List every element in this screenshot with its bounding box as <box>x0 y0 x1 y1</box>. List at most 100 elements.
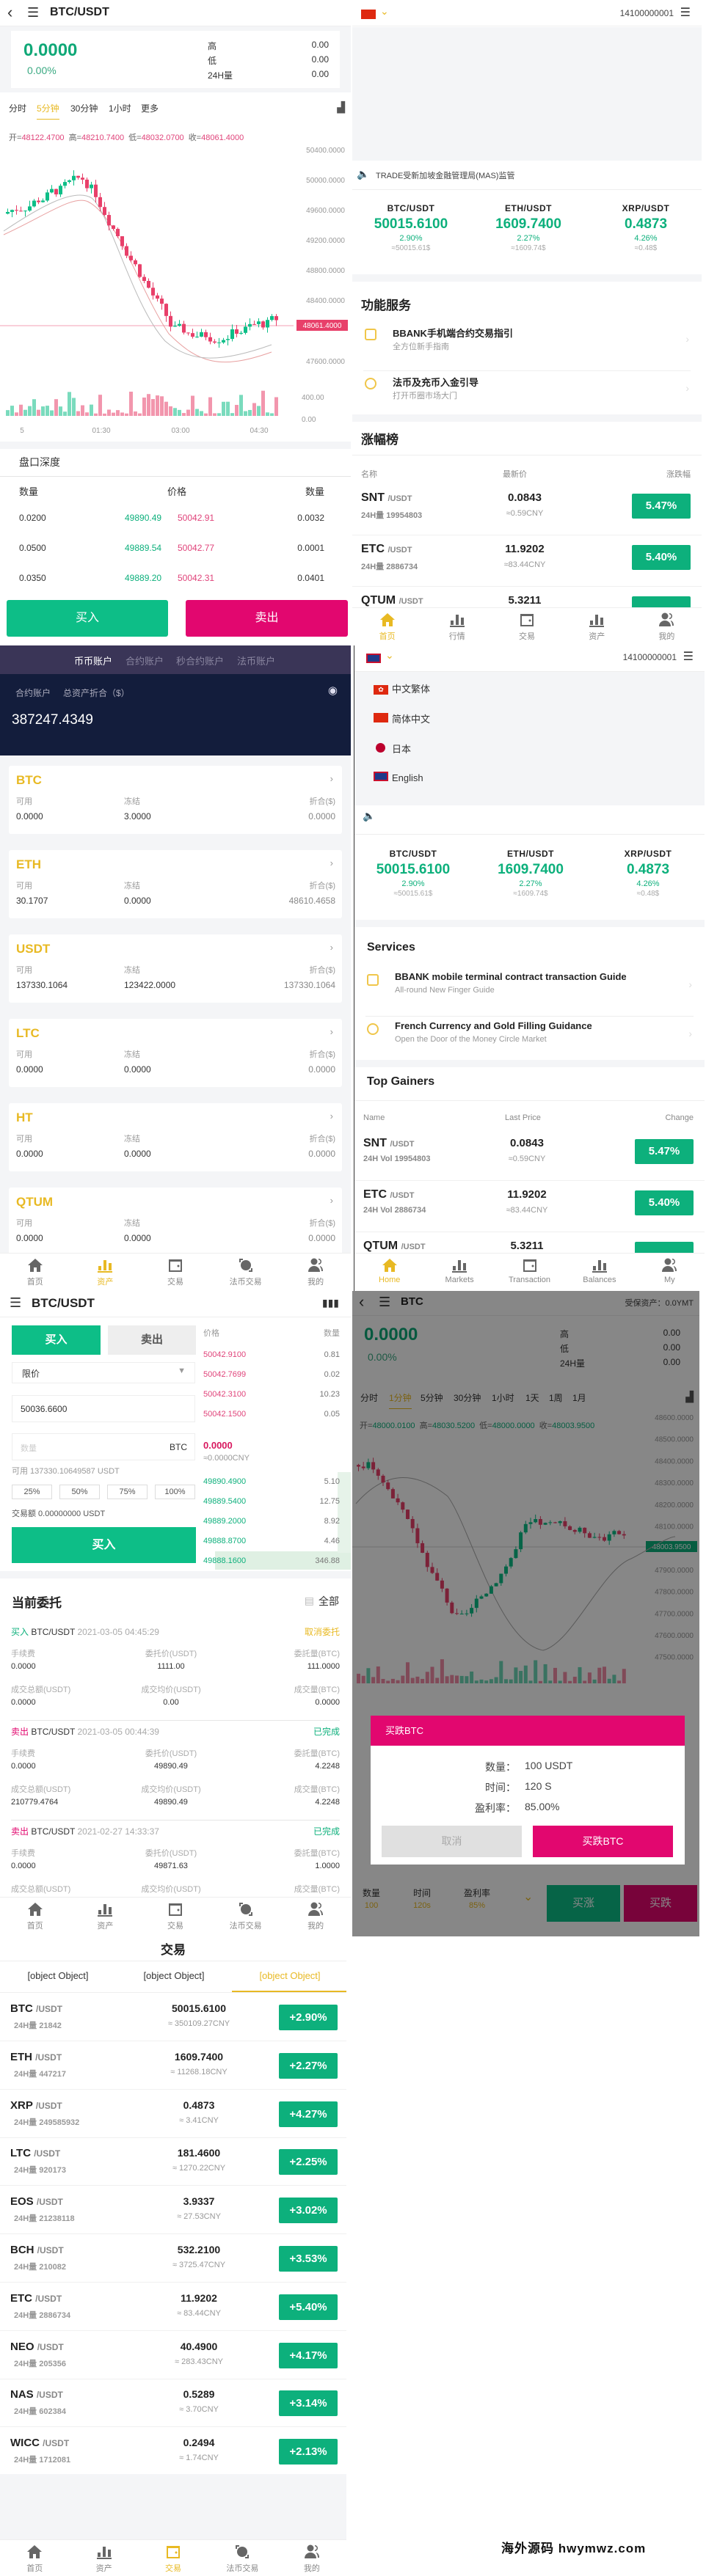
account-tab[interactable]: 合约账户 <box>125 654 164 667</box>
account-phone[interactable]: 14100000001 <box>620 8 674 18</box>
buy-button[interactable]: 买入 <box>12 1527 196 1563</box>
language-option[interactable]: ✿ 中文繁体 <box>374 681 430 695</box>
service-item[interactable]: BBANK手机端合约交易指引 全方位新手指南 › <box>363 323 691 371</box>
notice-text[interactable]: TRADE受新加坡金融管理局(MAS)监管 <box>376 169 514 181</box>
asset-card[interactable]: QTUM › 可用 冻结 折合($) 0.0000 0.0000 0.0000 <box>9 1188 342 1256</box>
market-row[interactable]: XRP /USDT 24H量 249585932 0.4873 ≈ 3.41CNY +4… <box>0 2090 346 2138</box>
ticker-card[interactable]: ETH/USDT 1609.7400 2.27% ≈1609.74$ <box>470 203 587 252</box>
ticker-card[interactable]: XRP/USDT 0.4873 4.26% ≈0.48$ <box>587 203 702 252</box>
account-tab[interactable]: 币币账户 <box>74 654 112 667</box>
market-row[interactable]: WICC /USDT 24H量 1712081 0.2494 ≈ 1.74CNY +2.… <box>0 2427 346 2476</box>
tab-user[interactable]: 我的 <box>632 608 702 645</box>
tab-globe[interactable]: 法币交易 <box>211 1898 281 1936</box>
tab-bars[interactable]: Markets <box>424 1254 494 1291</box>
chevron-down-icon[interactable]: ⌄ <box>380 5 389 18</box>
ticker-card[interactable]: BTC/USDT 50015.6100 2.90% ≈50015.61$ <box>352 203 470 252</box>
market-row[interactable]: BCH /USDT 24H量 210082 532.2100 ≈ 3725.47CNY… <box>0 2234 346 2283</box>
tab-wallet[interactable]: 交易 <box>492 608 561 645</box>
market-row[interactable]: ETH /USDT 24H量 447217 1609.7400 ≈ 11268.18C… <box>0 2041 346 2090</box>
tab-bars[interactable]: 资产 <box>69 2540 138 2576</box>
tab-wallet[interactable]: 交易 <box>139 2540 208 2576</box>
chevron-down-icon[interactable]: ⌄ <box>385 649 394 662</box>
back-icon[interactable]: ‹ <box>7 3 12 22</box>
account-tab[interactable]: 法币账户 <box>237 654 275 667</box>
market-row[interactable]: NAS /USDT 24H量 602384 0.5289 ≈ 3.70CNY +3.14… <box>0 2379 346 2428</box>
asset-card[interactable]: ETH › 可用 冻结 折合($) 30.1707 0.0000 48610.4658 <box>9 850 342 918</box>
period-tab[interactable]: 30分钟 <box>70 102 98 119</box>
tab-home[interactable]: 首页 <box>0 2540 69 2576</box>
asset-card[interactable]: LTC › 可用 冻结 折合($) 0.0000 0.0000 0.0000 <box>9 1019 342 1087</box>
all-orders-link[interactable]: 全部 <box>319 1594 339 1609</box>
tab-home[interactable]: 首页 <box>0 1898 70 1936</box>
sell-tab[interactable]: 卖出 <box>108 1325 196 1355</box>
market-row[interactable]: EOS /USDT 24H量 21238118 3.9337 ≈ 27.53CNY +3… <box>0 2186 346 2235</box>
percent-button[interactable]: 75% <box>107 1485 148 1499</box>
gainer-row[interactable]: SNT /USDT 24H量 19954803 0.0843 ≈0.59CNY 5.47… <box>352 484 702 535</box>
period-tab[interactable]: 更多 <box>141 102 159 119</box>
tab-user[interactable]: 我的 <box>280 1898 351 1936</box>
menu-icon[interactable]: ☰ <box>27 5 39 21</box>
menu-icon[interactable]: ☰ <box>683 649 694 664</box>
buy-button[interactable]: 买入 <box>7 600 168 637</box>
account-tab[interactable]: 秒合约账户 <box>176 654 224 667</box>
flag-cn-icon[interactable] <box>361 10 376 19</box>
order-type-select[interactable]: 限价 ▼ <box>12 1362 195 1383</box>
banner[interactable] <box>352 27 702 161</box>
tab-wallet[interactable]: 交易 <box>140 1898 211 1936</box>
market-row[interactable]: ETC /USDT 24H量 2886734 11.9202 ≈ 83.44CNY +5… <box>0 2283 346 2331</box>
percent-button[interactable]: 50% <box>59 1485 100 1499</box>
tab-bars[interactable]: Balances <box>564 1254 634 1291</box>
ticker-card[interactable]: BTC/USDT 50015.6100 2.90% ≈50015.61$ <box>354 849 472 898</box>
language-option[interactable]: 日本 <box>374 742 411 755</box>
market-tab[interactable]: [object Object] <box>0 1970 116 1992</box>
tab-globe[interactable]: 法币交易 <box>211 1254 281 1291</box>
tab-bars[interactable]: 行情 <box>422 608 492 645</box>
tab-home[interactable]: 首页 <box>0 1254 70 1291</box>
percent-button[interactable]: 25% <box>12 1485 52 1499</box>
tab-home[interactable]: Home <box>354 1254 424 1291</box>
market-row[interactable]: BTC /USDT 24H量 21842 50015.6100 ≈ 350109.27… <box>0 1993 346 2041</box>
quantity-input[interactable]: 数量 BTC <box>12 1433 195 1460</box>
document-icon[interactable]: ▤ <box>305 1595 314 1607</box>
menu-icon[interactable]: ☰ <box>10 1295 21 1311</box>
kline-icon[interactable]: ▮▮▮ <box>322 1297 339 1309</box>
market-tab[interactable]: [object Object] <box>116 1970 232 1992</box>
gainer-row[interactable]: ETC /USDT 24H Vol 2886734 11.9202 ≈83.44CNY… <box>354 1181 705 1232</box>
account-phone[interactable]: 14100000001 <box>623 652 677 662</box>
period-tab[interactable]: 5分钟 <box>37 102 59 120</box>
indicator-icon[interactable]: ▟ <box>337 101 345 114</box>
tab-wallet[interactable]: 交易 <box>140 1254 211 1291</box>
buy-tab[interactable]: 买入 <box>12 1325 101 1355</box>
gainer-row[interactable]: ETC /USDT 24H量 2886734 11.9202 ≈83.44CNY 5.4… <box>352 535 702 587</box>
menu-icon[interactable]: ☰ <box>680 5 691 20</box>
market-row[interactable]: LTC /USDT 24H量 920173 181.4600 ≈ 1270.22CNY… <box>0 2137 346 2187</box>
tab-home[interactable]: 首页 <box>352 608 422 645</box>
service-item[interactable]: French Currency and Gold Filling Guidanc… <box>365 1017 694 1066</box>
period-tab[interactable]: 分时 <box>9 102 26 119</box>
price-input[interactable]: 50036.6600 <box>12 1395 195 1422</box>
service-item[interactable]: 法币及充币入金引导 打开币圈市场大门 › <box>363 372 691 420</box>
order-status[interactable]: 取消委托 <box>305 1625 340 1638</box>
language-option[interactable]: 简体中文 <box>374 711 430 725</box>
ticker-card[interactable]: XRP/USDT 0.4873 4.26% ≈0.48$ <box>589 849 705 898</box>
market-tab[interactable]: [object Object] <box>232 1970 346 1992</box>
cancel-button[interactable]: 取消 <box>382 1826 522 1857</box>
service-item[interactable]: BBANK mobile terminal contract transacti… <box>365 968 694 1017</box>
tab-bars[interactable]: 资产 <box>70 1254 141 1291</box>
flag-uk-icon[interactable] <box>366 654 381 663</box>
asset-card[interactable]: HT › 可用 冻结 折合($) 0.0000 0.0000 0.0000 <box>9 1103 342 1171</box>
percent-button[interactable]: 100% <box>155 1485 195 1499</box>
sell-button[interactable]: 卖出 <box>186 600 348 637</box>
market-row[interactable]: NEO /USDT 24H量 205356 40.4900 ≈ 283.43CNY +4… <box>0 2331 346 2379</box>
tab-globe[interactable]: 法币交易 <box>208 2540 277 2576</box>
eye-icon[interactable]: ◉ <box>328 684 338 697</box>
tab-wallet[interactable]: Transaction <box>495 1254 564 1291</box>
confirm-buy-down-button[interactable]: 买跌BTC <box>533 1826 673 1857</box>
tab-user[interactable]: 我的 <box>277 2540 346 2576</box>
tab-user[interactable]: My <box>635 1254 705 1291</box>
gainer-row[interactable]: SNT /USDT 24H Vol 19954803 0.0843 ≈0.59CNY 5… <box>354 1130 705 1181</box>
ticker-card[interactable]: ETH/USDT 1609.7400 2.27% ≈1609.74$ <box>472 849 589 898</box>
candlestick-chart[interactable]: 50400.0000 50000.0000 49600.0000 49200.0000… <box>0 143 351 444</box>
asset-card[interactable]: BTC › 可用 冻结 折合($) 0.0000 3.0000 0.0000 <box>9 766 342 834</box>
tab-user[interactable]: 我的 <box>280 1254 351 1291</box>
